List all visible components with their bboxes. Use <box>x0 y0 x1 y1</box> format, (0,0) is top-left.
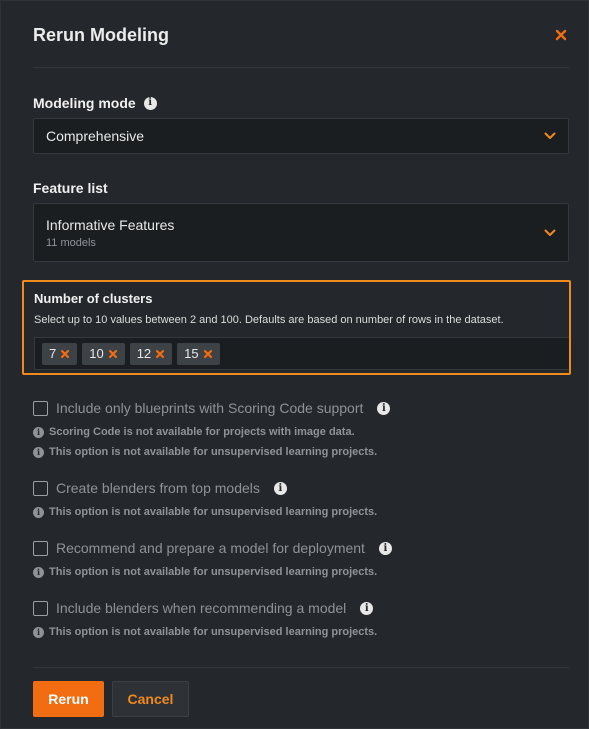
option-row: Include only blueprints with Scoring Cod… <box>33 398 569 418</box>
recommend-deployment-checkbox[interactable] <box>33 540 48 556</box>
number-of-clusters-help: Select up to 10 values between 2 and 100… <box>34 314 504 326</box>
close-button[interactable] <box>552 26 570 44</box>
option-row: Recommend and prepare a model for deploy… <box>33 538 569 558</box>
modeling-mode-label-row: Modeling mode i <box>33 95 157 111</box>
cluster-chip-value: 15 <box>184 346 199 361</box>
cluster-chip-value: 10 <box>89 346 104 361</box>
scoring-code-checkbox[interactable] <box>33 400 48 416</box>
remove-chip-button[interactable] <box>107 348 119 360</box>
cluster-chip: 10 <box>82 342 125 365</box>
option-note-text: Scoring Code is not available for projec… <box>49 426 355 438</box>
footer-divider <box>33 667 569 668</box>
info-icon: i <box>33 446 44 458</box>
header-divider <box>33 67 569 68</box>
include-blenders-recommending-checkbox[interactable] <box>33 600 48 616</box>
chevron-down-icon <box>544 229 556 236</box>
remove-chip-button[interactable] <box>154 348 166 360</box>
cluster-chip-value: 12 <box>136 346 152 361</box>
option-label: Include only blueprints with Scoring Cod… <box>56 400 364 416</box>
close-icon <box>203 349 212 358</box>
option-row: Include blenders when recommending a mod… <box>33 598 569 618</box>
close-icon <box>156 349 165 358</box>
option-note-text: This option is not available for unsuper… <box>49 566 378 578</box>
option-note-text: This option is not available for unsuper… <box>49 446 378 458</box>
feature-list-select[interactable]: Informative Features 11 models <box>33 203 569 262</box>
option-create-blenders: Create blenders from top models i i This… <box>33 478 569 522</box>
option-note: i Scoring Code is not available for proj… <box>33 422 569 442</box>
option-note: i This option is not available for unsup… <box>33 442 569 462</box>
option-label: Create blenders from top models <box>56 480 260 496</box>
info-icon[interactable]: i <box>360 601 374 615</box>
feature-list-label: Feature list <box>33 180 108 196</box>
info-icon[interactable]: i <box>143 96 157 110</box>
info-icon: i <box>33 506 44 518</box>
modeling-mode-select[interactable]: Comprehensive <box>33 118 569 154</box>
option-note: i This option is not available for unsup… <box>33 562 569 582</box>
cluster-chip: 15 <box>177 342 220 365</box>
number-of-clusters-section: Number of clusters Select up to 10 value… <box>22 280 571 375</box>
option-note: i This option is not available for unsup… <box>33 622 569 642</box>
close-icon <box>555 29 567 41</box>
feature-list-label-row: Feature list <box>33 180 108 196</box>
option-recommend-deployment: Recommend and prepare a model for deploy… <box>33 538 569 582</box>
feature-list-value: Informative Features <box>46 216 175 233</box>
option-row: Create blenders from top models i <box>33 478 569 498</box>
cluster-chip: 12 <box>129 342 173 365</box>
feature-list-subtext: 11 models <box>46 236 96 249</box>
info-icon[interactable]: i <box>273 481 287 495</box>
info-icon: i <box>33 626 44 638</box>
close-icon <box>61 349 70 358</box>
info-icon: i <box>33 426 44 438</box>
option-label: Include blenders when recommending a mod… <box>56 600 347 616</box>
option-note-text: This option is not available for unsuper… <box>49 626 378 638</box>
option-label: Recommend and prepare a model for deploy… <box>56 540 365 556</box>
cancel-button[interactable]: Cancel <box>112 681 189 717</box>
modeling-mode-label: Modeling mode <box>33 95 136 111</box>
option-note-text: This option is not available for unsuper… <box>49 506 378 518</box>
rerun-button[interactable]: Rerun <box>33 681 104 717</box>
info-icon[interactable]: i <box>378 541 392 555</box>
cluster-chip-value: 7 <box>49 346 57 361</box>
option-include-blenders-recommending: Include blenders when recommending a mod… <box>33 598 569 642</box>
dialog-title: Rerun Modeling <box>33 24 169 45</box>
cluster-values-input[interactable]: 7 10 12 15 <box>34 337 569 370</box>
info-icon: i <box>33 566 44 578</box>
feature-list-selection: Informative Features 11 models <box>46 217 174 249</box>
option-note: i This option is not available for unsup… <box>33 502 569 522</box>
close-icon <box>108 349 117 358</box>
create-blenders-checkbox[interactable] <box>33 480 48 496</box>
remove-chip-button[interactable] <box>59 348 71 360</box>
chevron-down-icon <box>544 132 556 139</box>
remove-chip-button[interactable] <box>202 348 214 360</box>
option-scoring-code: Include only blueprints with Scoring Cod… <box>33 398 569 462</box>
modeling-mode-value: Comprehensive <box>46 128 145 144</box>
dialog-header: Rerun Modeling <box>33 23 570 47</box>
cluster-chip: 7 <box>42 342 78 365</box>
info-icon[interactable]: i <box>377 401 391 415</box>
number-of-clusters-label: Number of clusters <box>34 291 153 306</box>
rerun-modeling-dialog: Rerun Modeling Modeling mode i Comprehen… <box>0 0 589 729</box>
